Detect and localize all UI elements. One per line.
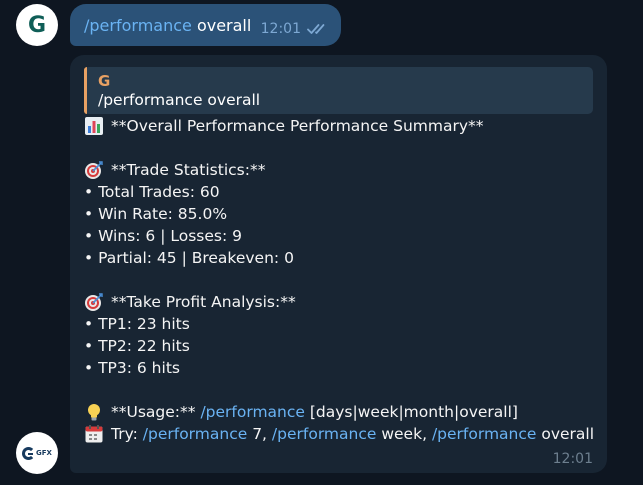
- summary-title: **Overall Performance Performance Summar…: [111, 117, 484, 135]
- try-line: Try: /performance 7, /performance week, …: [84, 423, 595, 445]
- target-icon: [85, 293, 103, 311]
- usage-prefix: **Usage:**: [111, 403, 201, 421]
- reply-quoted-text: /performance overall: [98, 91, 261, 109]
- message-time: 12:01: [260, 21, 301, 37]
- stat-item: • Partial: 45 | Breakeven: 0: [84, 249, 294, 267]
- try-arg-3: overall: [536, 425, 595, 443]
- message-meta: 12:01: [261, 21, 329, 37]
- trade-stats-heading-line: **Trade Statistics:**: [84, 159, 593, 181]
- double-check-icon: [307, 24, 325, 34]
- stat-item: • Total Trades: 60: [84, 183, 220, 201]
- trade-stats-heading: **Trade Statistics:**: [111, 161, 266, 179]
- command-argument: overall: [191, 15, 252, 35]
- reply-sender-name: G: [98, 72, 111, 90]
- try-command-link-3[interactable]: /performance: [432, 425, 537, 443]
- message-body: **Overall Performance Performance Summar…: [84, 115, 595, 445]
- summary-title-line: **Overall Performance Performance Summar…: [84, 115, 593, 137]
- tp-item: • TP1: 23 hits: [84, 315, 190, 333]
- stat-item: • Wins: 6 | Losses: 9: [84, 227, 242, 245]
- tp-item: • TP2: 22 hits: [84, 337, 190, 355]
- command-link[interactable]: /performance: [84, 16, 192, 35]
- try-arg-2: week,: [376, 425, 432, 443]
- lightbulb-icon: [88, 404, 100, 421]
- bar-chart-icon: [85, 117, 103, 135]
- usage-args: [days|week|month|overall]: [304, 403, 518, 421]
- calendar-icon: [85, 425, 103, 443]
- incoming-message-time: 12:01: [552, 451, 593, 467]
- outgoing-message[interactable]: /performance overall 12:01: [70, 4, 341, 46]
- incoming-message[interactable]: G /performance overall **Overall Perform…: [70, 55, 607, 473]
- try-command-link-1[interactable]: /performance: [143, 425, 248, 443]
- gfx-logo-mark: [22, 446, 36, 460]
- try-command-link-2[interactable]: /performance: [272, 425, 377, 443]
- chat-view: G /performance overall 12:01 G /performa…: [0, 0, 643, 485]
- try-prefix: Try:: [111, 425, 143, 443]
- usage-command-link[interactable]: /performance: [200, 403, 305, 421]
- tp-analysis-heading-line: **Take Profit Analysis:**: [84, 291, 593, 313]
- try-arg-1: 7,: [247, 425, 272, 443]
- reply-quote[interactable]: G /performance overall: [84, 67, 593, 114]
- usage-line: **Usage:** /performance [days|week|month…: [84, 401, 593, 423]
- user-avatar[interactable]: G: [16, 4, 58, 46]
- tp-analysis-heading: **Take Profit Analysis:**: [111, 293, 296, 311]
- gfx-logo-text: GFX: [36, 449, 52, 457]
- tp-item: • TP3: 6 hits: [84, 359, 180, 377]
- outgoing-message-text: /performance overall: [84, 16, 251, 35]
- stat-item: • Win Rate: 85.0%: [84, 205, 228, 223]
- bot-avatar[interactable]: GFX: [16, 432, 58, 474]
- gfx-logo: GFX: [22, 446, 52, 460]
- avatar-letter: G: [27, 12, 47, 38]
- target-icon: [85, 161, 103, 179]
